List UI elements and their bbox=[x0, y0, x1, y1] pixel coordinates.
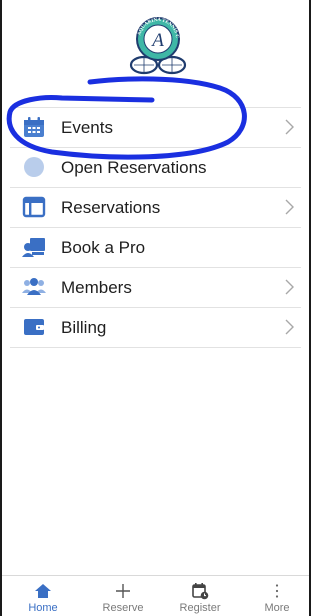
chevron-right-icon bbox=[283, 198, 295, 216]
menu-item-members[interactable]: Members bbox=[10, 268, 301, 308]
wallet-icon bbox=[22, 316, 46, 338]
menu-item-open-reservations[interactable]: Open Reservations bbox=[10, 148, 301, 188]
tab-label: More bbox=[264, 602, 290, 614]
tab-label: Home bbox=[28, 602, 58, 614]
home-icon bbox=[34, 582, 52, 600]
menu-item-label: Open Reservations bbox=[61, 158, 207, 177]
circle-icon bbox=[22, 156, 46, 178]
menu-item-label: Events bbox=[61, 118, 113, 137]
calendar-icon bbox=[22, 116, 46, 138]
people-icon bbox=[22, 276, 46, 298]
chevron-right-icon bbox=[283, 278, 295, 296]
instructor-icon bbox=[22, 236, 46, 258]
menu-item-events[interactable]: Events bbox=[10, 108, 301, 148]
menu-item-billing[interactable]: Billing bbox=[10, 308, 301, 348]
plus-icon bbox=[114, 582, 132, 600]
tab-more[interactable]: More bbox=[245, 576, 309, 616]
calendar-clock-icon bbox=[191, 582, 209, 600]
chevron-right-icon bbox=[283, 318, 295, 336]
chevron-right-icon bbox=[283, 118, 295, 136]
tennis-club-logo-icon: AQUARINA TENNIS CLUB A bbox=[118, 9, 187, 75]
window-icon bbox=[22, 196, 46, 218]
app-screen: AQUARINA TENNIS CLUB A Events bbox=[0, 0, 311, 616]
menu-item-label: Book a Pro bbox=[61, 238, 146, 257]
menu-item-label: Reservations bbox=[61, 198, 161, 217]
menu-item-reservations[interactable]: Reservations bbox=[10, 188, 301, 228]
main-menu: Events Open Reservations Reservations Bo… bbox=[10, 107, 301, 348]
logo-letter: A bbox=[150, 30, 164, 51]
bottom-tab-bar: Home Reserve Register More bbox=[2, 575, 309, 616]
tab-reserve[interactable]: Reserve bbox=[91, 576, 155, 616]
menu-item-label: Billing bbox=[61, 318, 107, 337]
tab-home[interactable]: Home bbox=[11, 576, 75, 616]
tab-register[interactable]: Register bbox=[168, 576, 232, 616]
menu-item-book-a-pro[interactable]: Book a Pro bbox=[10, 228, 301, 268]
tab-label: Reserve bbox=[102, 602, 144, 614]
more-vertical-icon bbox=[268, 582, 286, 600]
club-logo: AQUARINA TENNIS CLUB A bbox=[118, 9, 196, 84]
menu-item-label: Members bbox=[61, 278, 132, 297]
tab-label: Register bbox=[179, 602, 221, 614]
